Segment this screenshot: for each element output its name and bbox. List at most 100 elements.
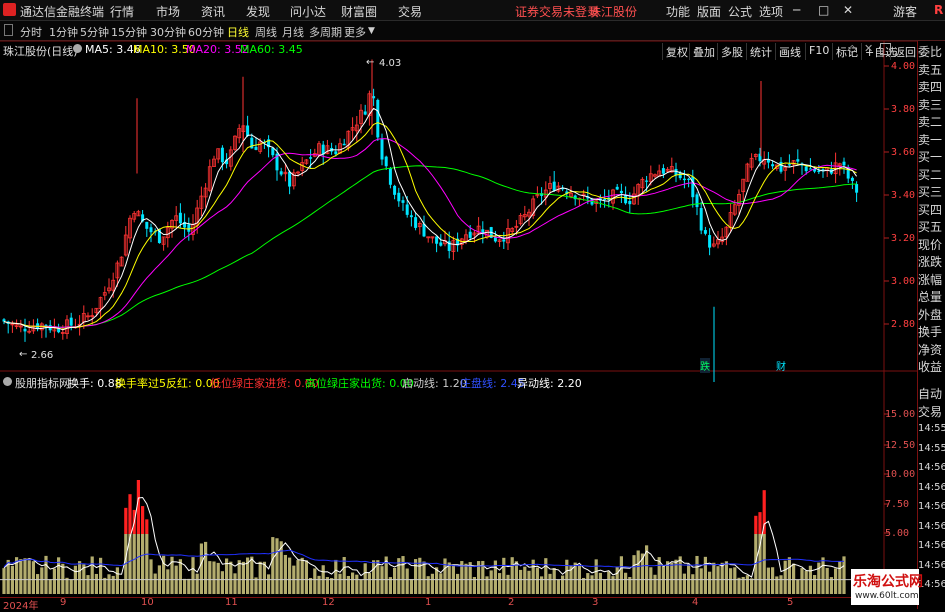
side-panel-item[interactable]: 卖五 — [918, 61, 945, 78]
indicator-settings-icon[interactable] — [3, 377, 12, 386]
volume-bar — [779, 575, 783, 594]
candlestick — [741, 178, 746, 201]
candlestick — [145, 221, 149, 237]
event-marker-drop[interactable]: 跌 — [700, 358, 710, 373]
candlestick — [724, 226, 729, 246]
side-panel-item[interactable]: 买四 — [918, 201, 945, 218]
volume-bar — [586, 573, 590, 594]
candlestick — [615, 184, 619, 191]
volume-bar — [136, 480, 140, 594]
candlestick — [699, 201, 703, 235]
volume-bar — [598, 572, 602, 594]
volume-bar — [691, 574, 695, 594]
candlestick — [23, 318, 27, 342]
chart-maximize-icon[interactable] — [880, 43, 891, 55]
side-panel-item[interactable]: 现价 — [918, 236, 945, 253]
side-panel-item[interactable]: 收益 — [918, 358, 945, 375]
candlestick — [384, 155, 388, 171]
side-panel-item[interactable]: 买五 — [918, 218, 945, 235]
volume-bar — [771, 567, 775, 594]
side-panel-item[interactable]: 涨跌 — [918, 253, 945, 270]
side-panel-item[interactable]: 涨幅 — [918, 271, 945, 288]
chart-close-icon[interactable]: ✕ — [864, 42, 873, 55]
chart-settings-icon[interactable]: ◇ — [848, 42, 856, 55]
volume-bar — [514, 561, 518, 594]
volume-bar — [271, 537, 275, 594]
candlestick — [481, 221, 485, 244]
side-panel-time: 14:56 — [918, 540, 945, 551]
volume-bar — [86, 575, 90, 594]
x-tick: 9 — [60, 597, 67, 608]
candlestick — [123, 225, 128, 257]
side-panel-trade-item[interactable]: 交易 — [918, 403, 945, 420]
side-panel-item[interactable]: 买一 — [918, 148, 945, 165]
volume-bar — [401, 556, 405, 594]
volume-bar — [695, 555, 699, 594]
volume-bar — [594, 559, 598, 594]
candlestick — [556, 182, 561, 193]
candlestick — [183, 213, 187, 238]
volume-bar — [666, 561, 670, 594]
volume-bar — [220, 571, 224, 594]
volume-bar — [678, 556, 682, 594]
volume-bar — [510, 557, 514, 594]
indicator-y-tick: 10.00 — [885, 469, 916, 480]
side-panel-item[interactable]: 买三 — [918, 183, 945, 200]
candlestick — [350, 117, 355, 140]
side-panel-item[interactable]: 换手 — [918, 323, 945, 340]
volume-bar — [758, 512, 762, 594]
candlestick — [753, 153, 758, 161]
candlestick — [18, 319, 23, 333]
volume-bar — [582, 577, 586, 594]
candlestick — [304, 158, 309, 165]
volume-bar — [267, 574, 271, 594]
volume-bar — [783, 560, 787, 594]
volume-bar — [241, 561, 245, 594]
candlestick — [107, 278, 111, 294]
volume-bar — [527, 570, 531, 594]
candlestick — [363, 104, 367, 116]
x-tick: 1 — [425, 597, 432, 608]
volume-bar — [317, 575, 321, 594]
candlestick — [397, 187, 401, 207]
side-panel-item[interactable]: 卖四 — [918, 78, 945, 95]
kline-chart[interactable] — [0, 0, 945, 609]
indicator-turnover: 换手: 0.88 — [68, 377, 122, 390]
volume-bar — [787, 557, 791, 594]
volume-bar — [834, 568, 838, 594]
volume-bar — [166, 569, 170, 594]
side-panel-item[interactable]: 卖一 — [918, 131, 945, 148]
volume-bar — [552, 568, 556, 594]
side-panel-item[interactable]: 外盘 — [918, 306, 945, 323]
volume-bar — [334, 559, 338, 594]
indicator-name[interactable]: 股朋指标网 — [15, 375, 70, 391]
side-panel-item[interactable]: 净资 — [918, 341, 945, 358]
volume-bar — [69, 579, 73, 594]
indicator-turnover-red: 换手率过5反红: 0.00 — [115, 377, 220, 390]
candlestick — [367, 90, 372, 126]
side-panel-item[interactable]: 卖三 — [918, 96, 945, 113]
watermark-name: 乐淘公式网 — [853, 574, 923, 590]
side-panel-item[interactable]: 总量 — [918, 288, 945, 305]
volume-bar — [556, 579, 560, 594]
side-panel-trade-item[interactable]: 自动 — [918, 385, 945, 402]
volume-bar — [754, 515, 758, 594]
volume-bar — [745, 575, 749, 594]
volume-bar — [120, 579, 124, 594]
volume-bar — [682, 573, 686, 594]
ma-settings-icon[interactable] — [73, 44, 82, 53]
volume-bar — [78, 561, 82, 594]
event-marker-finance[interactable]: 财 — [776, 358, 786, 373]
candlestick — [199, 186, 204, 217]
candlestick — [821, 168, 825, 178]
volume-bar — [821, 557, 825, 594]
candlestick — [212, 155, 216, 167]
side-panel-item[interactable]: 买二 — [918, 166, 945, 183]
side-panel-item[interactable]: 委比 — [918, 43, 945, 60]
candlestick — [414, 212, 418, 231]
volume-bar — [489, 570, 493, 594]
candlestick — [342, 138, 346, 146]
candlestick — [119, 256, 124, 267]
side-panel-item[interactable]: 卖二 — [918, 113, 945, 130]
x-tick: 10 — [141, 597, 154, 608]
